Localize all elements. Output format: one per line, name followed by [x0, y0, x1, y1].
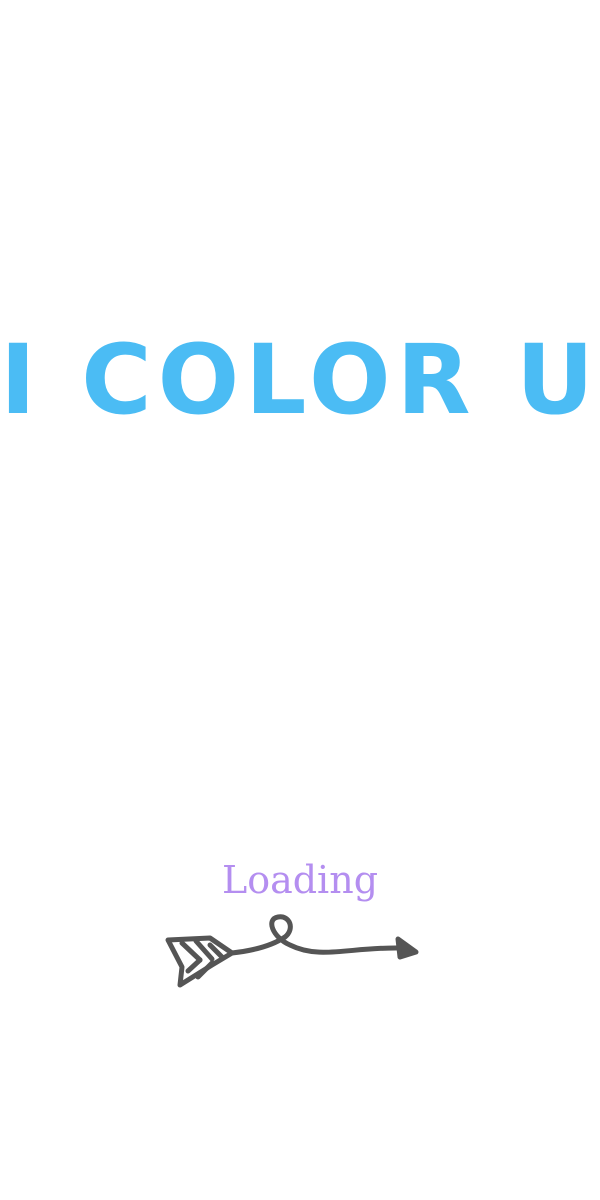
app-title: I COLOR U	[0, 324, 600, 436]
hand-drawn-arrow-icon	[165, 914, 419, 988]
splash-screen: I COLOR U Loading	[0, 0, 600, 1200]
loading-label: Loading	[221, 858, 379, 902]
